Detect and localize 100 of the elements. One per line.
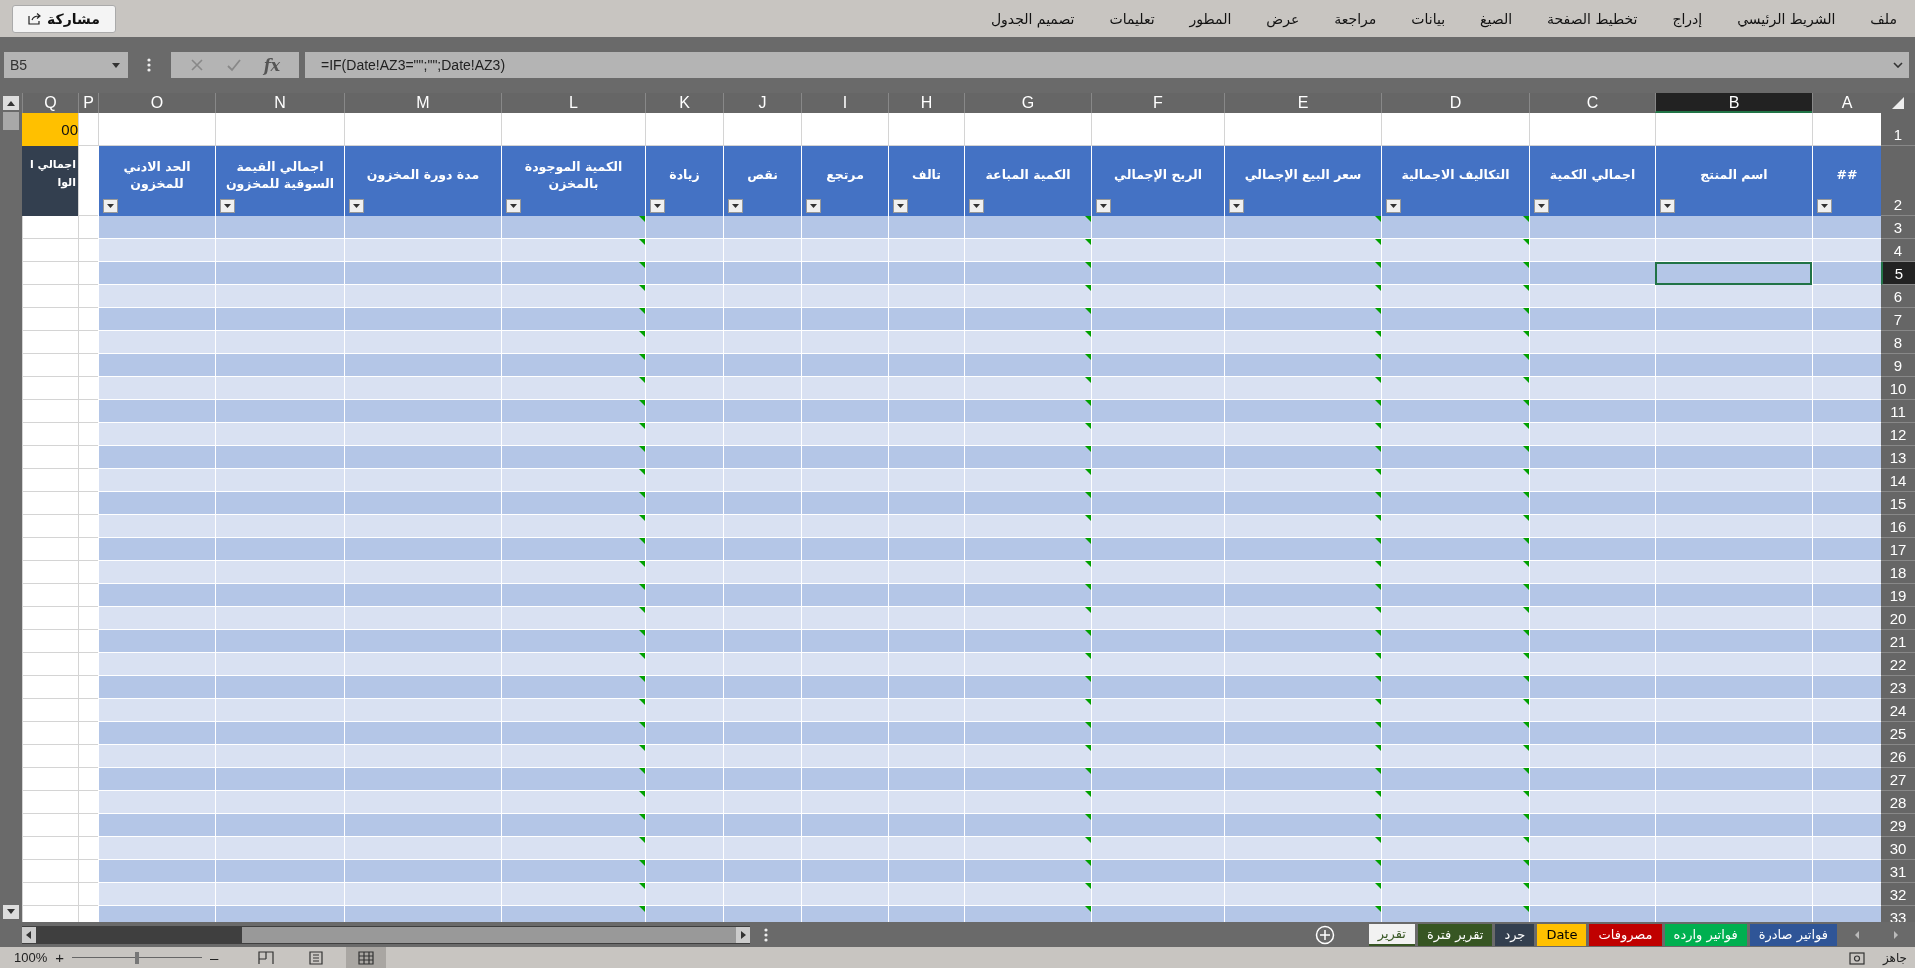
scroll-thumb[interactable]: [242, 926, 736, 943]
row-number[interactable]: 27: [1881, 768, 1915, 791]
row-number[interactable]: 32: [1881, 883, 1915, 906]
more-icon[interactable]: [147, 58, 151, 72]
horizontal-scrollbar[interactable]: [22, 925, 750, 944]
ribbon-tab[interactable]: بيانات: [1411, 10, 1446, 27]
row-number[interactable]: 13: [1881, 446, 1915, 469]
header-label: الكمية المباعة: [985, 166, 1071, 185]
column-header[interactable]: B: [1655, 93, 1812, 113]
row-number[interactable]: 10: [1881, 377, 1915, 400]
row-number[interactable]: 30: [1881, 837, 1915, 860]
caret-icon: [973, 204, 980, 208]
filter-button[interactable]: [893, 199, 908, 213]
ribbon-tab[interactable]: إدراج: [1672, 10, 1703, 27]
filter-button[interactable]: [1534, 199, 1549, 213]
sheet-tab[interactable]: تقرير: [1368, 923, 1415, 946]
filter-button[interactable]: [969, 199, 984, 213]
row-number[interactable]: 22: [1881, 653, 1915, 676]
header-label: مرتجع: [826, 166, 864, 185]
row-number[interactable]: 3: [1881, 216, 1915, 239]
row-number[interactable]: 12: [1881, 423, 1915, 446]
name-box[interactable]: B5: [4, 52, 128, 78]
ribbon-tab[interactable]: تصميم الجدول: [990, 10, 1075, 27]
filter-button[interactable]: [506, 199, 521, 213]
row-number[interactable]: 26: [1881, 745, 1915, 768]
caret-icon: [1538, 204, 1545, 208]
normal-view-button[interactable]: [346, 947, 387, 968]
filter-button[interactable]: [1660, 199, 1675, 213]
filter-button[interactable]: [1386, 199, 1401, 213]
caret-icon: [1390, 204, 1397, 208]
filter-button[interactable]: [103, 199, 118, 213]
filter-button[interactable]: [650, 199, 665, 213]
ribbon-tab[interactable]: المطور: [1189, 10, 1232, 27]
expand-icon[interactable]: [1893, 62, 1903, 68]
ribbon-tab[interactable]: عرض: [1266, 10, 1300, 27]
caret-icon: [224, 204, 231, 208]
share-button[interactable]: مشاركة: [12, 4, 116, 33]
caret-icon: [510, 204, 517, 208]
row-number[interactable]: 17: [1881, 538, 1915, 561]
ribbon-tab[interactable]: تعليمات: [1109, 10, 1155, 27]
row-number[interactable]: 5: [1881, 262, 1915, 285]
select-all-icon[interactable]: [1891, 96, 1905, 110]
row-number[interactable]: 25: [1881, 722, 1915, 745]
sheet-tab[interactable]: Date: [1537, 923, 1587, 946]
ribbon-tab[interactable]: الشريط الرئيسي: [1737, 10, 1836, 27]
row-number[interactable]: 31: [1881, 860, 1915, 883]
accessibility-icon[interactable]: [1848, 950, 1865, 965]
zoom-out-button[interactable]: –: [210, 949, 219, 966]
filter-button[interactable]: [1096, 199, 1111, 213]
ribbon-tab[interactable]: ملف: [1870, 10, 1897, 27]
insert-function-button[interactable]: fx: [263, 55, 281, 75]
filter-button[interactable]: [220, 199, 235, 213]
row-number[interactable]: 4: [1881, 239, 1915, 262]
header-label: الربح الإجمالي: [1114, 166, 1202, 185]
caret-icon: [654, 204, 661, 208]
row-number[interactable]: 8: [1881, 331, 1915, 354]
sheet-tab[interactable]: فواتير صادرة: [1749, 923, 1837, 946]
header-label: سعر البيع الإجمالي: [1244, 166, 1362, 185]
row-number[interactable]: 1: [1881, 113, 1915, 146]
row-number[interactable]: 15: [1881, 492, 1915, 515]
row-number[interactable]: 24: [1881, 699, 1915, 722]
zoom-level[interactable]: 100%: [14, 950, 48, 965]
formula-field[interactable]: =IF(Date!AZ3="";"";Date!AZ3): [305, 52, 1909, 78]
sheet-tab[interactable]: جرد: [1495, 923, 1535, 946]
row-number[interactable]: 21: [1881, 630, 1915, 653]
page-layout-icon: [308, 950, 325, 965]
header-label: الكمية الموجودة بالمخزن: [523, 157, 624, 193]
row-number[interactable]: 9: [1881, 354, 1915, 377]
row-number[interactable]: 7: [1881, 308, 1915, 331]
more-icon[interactable]: [764, 927, 768, 942]
row-number[interactable]: 20: [1881, 607, 1915, 630]
filter-button[interactable]: [806, 199, 821, 213]
row-number[interactable]: 28: [1881, 791, 1915, 814]
ribbon-tab[interactable]: تخطيط الصفحة: [1547, 10, 1638, 27]
row-number[interactable]: 18: [1881, 561, 1915, 584]
filter-button[interactable]: [728, 199, 743, 213]
slider-thumb[interactable]: [135, 951, 139, 964]
row-number[interactable]: 11: [1881, 400, 1915, 423]
sheet-tab[interactable]: مصروفات: [1589, 923, 1662, 946]
row-number[interactable]: 16: [1881, 515, 1915, 538]
row-number[interactable]: 14: [1881, 469, 1915, 492]
vertical-scrollbar[interactable]: [0, 93, 22, 922]
row-number[interactable]: 2: [1881, 146, 1915, 216]
row-number[interactable]: 23: [1881, 676, 1915, 699]
header-label: اجمالي القيمة السوقية للمخزون: [224, 157, 336, 193]
header-label: مدة دورة المخزون: [366, 166, 480, 185]
filter-button[interactable]: [349, 199, 364, 213]
check-icon[interactable]: [225, 58, 242, 72]
add-sheet-icon[interactable]: [1314, 924, 1335, 945]
caret-icon: [1233, 204, 1240, 208]
row-number[interactable]: 29: [1881, 814, 1915, 837]
zoom-in-button[interactable]: +: [55, 949, 64, 966]
filter-button[interactable]: [1229, 199, 1244, 213]
row-number[interactable]: 6: [1881, 285, 1915, 308]
scroll-thumb[interactable]: [3, 112, 19, 130]
sheet-tab[interactable]: تقرير فترة: [1417, 923, 1493, 946]
ribbon-tab[interactable]: الصيغ: [1480, 10, 1513, 27]
filter-button[interactable]: [1817, 199, 1832, 213]
row-number[interactable]: 19: [1881, 584, 1915, 607]
ribbon-tab[interactable]: مراجعة: [1334, 10, 1377, 27]
